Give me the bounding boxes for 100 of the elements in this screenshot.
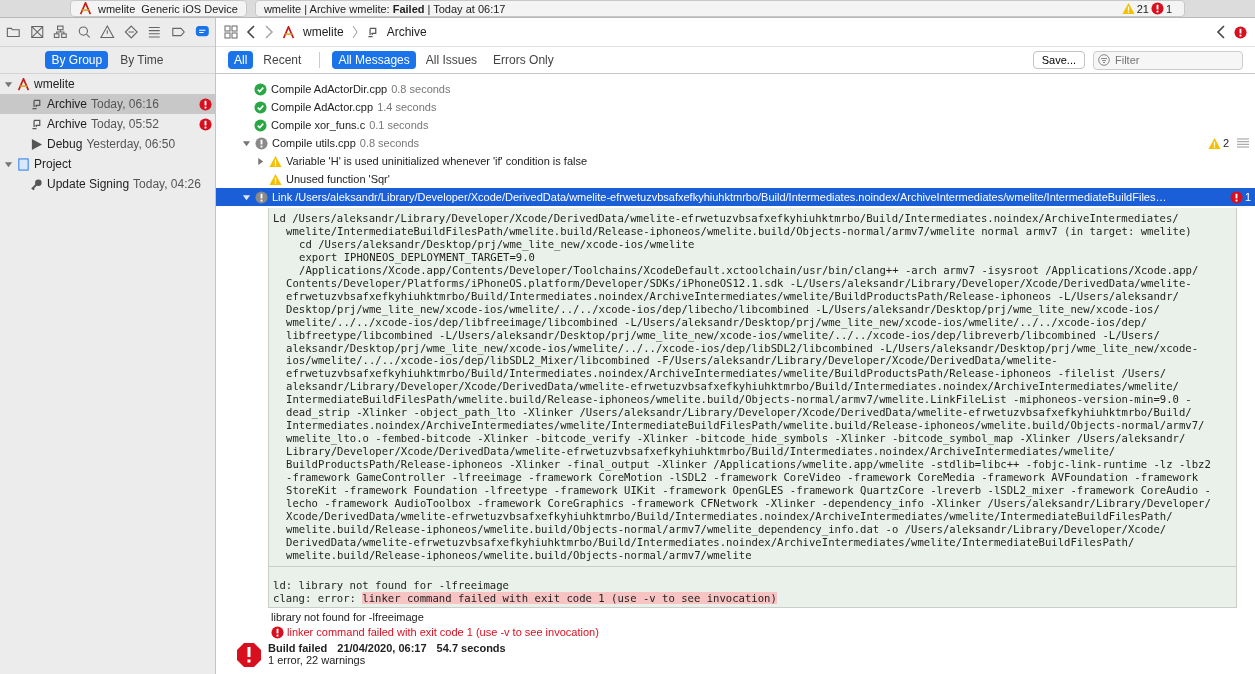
disclosure-icon[interactable]: [242, 138, 251, 148]
build-status: Build failed: [268, 641, 328, 654]
transcript-line: wmelite_lto.o -fembed-bitcode -Xlinker -bitcode_verify -Xlinker -bitcode_hide_symbols -Xlinker -bitcode_symbol_map -Xlinker /Users/aleksandr/: [285, 432, 1187, 446]
scheme-selector[interactable]: wmelite Generic iOS Device: [70, 0, 247, 17]
tree-item[interactable]: Project: [0, 154, 215, 174]
breadcrumb[interactable]: Archive: [386, 25, 427, 39]
transcript-line: dead_strip -Xlinker -object_path_lto -Xlinker /Users/aleksandr/Library/Developer/Xcode/DerivedData/wmelite-efrwetuzvbsafxefkyhiuhktmrbo/Build/: [285, 406, 1193, 420]
transcript-line: wmelite/../../xcode-ios/dep/libfreeimage/libcombined -L/Users/aleksandr/Desktop/prj/wme_lite_new/xcode-ios/wmelite/../../xcode-ios/dep/: [285, 315, 1148, 329]
transcript-line: BuildProductsPath/Release-iphoneos -Xlinker -final_output -Xlinker /Applications/wmelite.app/wmelite -stdlib=libc++ -fobjc-link-runtime -lz -lbz2: [285, 458, 1212, 472]
error-icon: [1234, 25, 1247, 39]
transcript-line: StoreKit -framework Foundation -lfreetype -framework UIKit -framework OpenGLES -framework QuartzCore -lreverb -lSDL2_mixer -framework CoreAudio -: [285, 484, 1212, 497]
activity-status: wmelite | Archive wmelite: Failed | Today at 06:17: [263, 2, 506, 15]
log-message: linker command failed with exit code 1 (use -v to see invocation): [287, 626, 599, 639]
key-icon: [30, 177, 43, 191]
error-icon: [1229, 190, 1243, 204]
hierarchy-icon[interactable]: [53, 24, 68, 40]
disclosure-icon[interactable]: [256, 156, 265, 166]
app-icon: [282, 25, 295, 39]
disclosure-icon[interactable]: [4, 159, 13, 169]
transcript-line: Library/Developer/Xcode/DerivedData/wmelite-efrwetuzvbsafxefkyhiuhktmrbo/Build/Intermediates.noindex/ArchiveIntermediates/wmelite/: [285, 445, 1117, 459]
checkmark-icon: [254, 100, 267, 114]
transcript-line: Xcode/DerivedData/wmelite-efrwetuzvbsafxefkyhiuhktmrbo/Build/Intermediates.noindex/ArchiveIntermediates/wmelite/IntermediateBuildFilesPath/: [285, 509, 1174, 523]
log-row[interactable]: Compile utils.cpp 0.8 seconds 2: [216, 134, 1255, 152]
transcript-line: libfreetype/libcombined -L/Users/aleksandr/Desktop/prj/wme_lite_new/xcode-ios/wmelite/../../xcode-ios/dep/libreverb/libcombined -L/Users/: [285, 328, 1161, 342]
transcript-line: cd /Users/aleksandr/Desktop/prj/wme_lite_new/xcode-ios/wmelite: [298, 237, 696, 251]
forward-icon[interactable]: [264, 25, 274, 39]
filter-field[interactable]: Filter: [1093, 50, 1243, 70]
transcript-line: export IPHONEOS_DEPLOYMENT_TARGET=9.0: [298, 250, 535, 264]
transcript-line: Intermediates.noindex/ArchiveIntermediates/wmelite/IntermediateBuildFilesPath/wmelite.build/Release-iphoneos/wmelite.build/Objects-normal/armv7/: [285, 419, 1206, 433]
log-entry[interactable]: Update Signing Today, 04:26: [0, 174, 215, 194]
diamond-icon[interactable]: [123, 24, 139, 40]
build-date: 21/04/2020, 06:17: [337, 641, 427, 654]
scheme-name: wmelite: [98, 2, 136, 15]
log-entry[interactable]: Archive Today, 05:52: [0, 114, 215, 134]
transcript-line: Desktop/prj/wme_lite_new/xcode-ios/wmelite/../../xcode-ios/dep/libecho/libcombined -L/Users/aleksandr/Desktop/prj/wme_lite_new/xcode-ios/: [285, 302, 1161, 316]
log-row[interactable]: Link /Users/aleksandr/Library/Developer/Xcode/DerivedData/wmelite-efrwetuzvbsafxefkyhiuhktmrbo/Build/Intermediates.noindex/ArchiveIntermediates/wmelite/IntermediateBuildFiles… 1: [216, 188, 1255, 206]
transcript-icon[interactable]: [1237, 138, 1249, 148]
error-icon: [236, 641, 262, 668]
filter-tab[interactable]: All Issues: [419, 51, 484, 69]
output-line: clang: error: linker command failed with exit code 1 (use -v to see invocation): [273, 591, 778, 605]
archive-icon: [30, 117, 43, 131]
build-duration: 54.7 seconds: [436, 641, 506, 654]
box-icon[interactable]: [29, 24, 45, 40]
error-icon: [271, 625, 284, 639]
issue-row[interactable]: Unused function 'Sqr': [216, 170, 1255, 188]
save-button[interactable]: Save...: [1032, 51, 1085, 69]
transcript-line: Contents/Developer/Platforms/iPhoneOS.platform/Developer/SDKs/iPhoneOS12.1.sdk -L/Users/aleksandr/Library/Developer/Xcode/DerivedData/wmelite-: [285, 276, 1193, 290]
checkmark-icon: [254, 82, 267, 96]
destination-name: Generic iOS Device: [141, 2, 238, 15]
back-icon[interactable]: [246, 25, 256, 39]
log-row[interactable]: Compile xor_funs.c 0.1 seconds: [216, 116, 1255, 134]
checkmark-icon: [254, 118, 267, 132]
filter-icon: [1098, 54, 1110, 66]
disclosure-icon[interactable]: [4, 79, 13, 89]
transcript-line: wmelite.build/Release-iphoneos/wmelite.build/Objects-normal/armv7/wmelite: [285, 548, 753, 562]
chevron-icon: [351, 25, 358, 39]
exclamation-icon: [255, 190, 268, 204]
scope-tab[interactable]: By Time: [114, 51, 170, 69]
filter-tab[interactable]: All: [228, 51, 254, 69]
play-icon: [30, 137, 43, 151]
search-icon[interactable]: [76, 24, 92, 40]
log-row[interactable]: Compile AdActorDir.cpp 0.8 seconds: [216, 80, 1255, 98]
transcript-line: aleksandr/Desktop/prj/wme_lite_new/xcode-ios/wmelite/../../xcode-ios/dep/libSDL2/libcombined -L/Users/aleksandr/Desktop/prj/wme_lite_new/xcode-: [285, 341, 1200, 355]
filter-tab[interactable]: All Messages: [332, 51, 416, 69]
transcript-line: -framework GameController -lfreeimage -framework CoreMotion -lSDL2 -framework CoreVideo -framework CoreMedia -framework AVFoundation -framework: [285, 471, 1200, 484]
grid-icon[interactable]: [224, 25, 238, 39]
warning-icon: [269, 172, 282, 186]
exclamation-icon: [255, 136, 268, 150]
document-icon: [17, 157, 30, 171]
disclosure-icon[interactable]: [242, 192, 251, 202]
transcript-line: wmelite.build/Release-iphoneos/wmelite.build/Objects-normal/armv7/wmelite_dependency_info.dat -o /Users/aleksandr/Library/Developer/Xcode/: [285, 522, 1168, 536]
archive-icon: [365, 25, 379, 39]
transcript-line: IntermediateBuildFilesPath/wmelite.build/Release-iphoneos/wmelite.build/Objects-normal/armv7/wmelite.LinkFileList -miphoneos-version-min=9.0 -: [285, 393, 1193, 407]
error-count: 1: [1165, 2, 1172, 15]
list-icon[interactable]: [147, 24, 162, 40]
issue-row[interactable]: Variable 'H' is used uninitialized whenever 'if' condition is false: [216, 152, 1255, 170]
error-icon: [199, 117, 212, 131]
warning-icon: [1207, 136, 1221, 150]
warning-count: 21: [1136, 2, 1149, 15]
warning-icon[interactable]: [100, 24, 115, 40]
breadcrumb[interactable]: wmelite: [303, 25, 344, 39]
filter-tab[interactable]: Errors Only: [487, 51, 560, 69]
log-row[interactable]: Compile AdActor.cpp 1.4 seconds: [216, 98, 1255, 116]
back-icon[interactable]: [1216, 25, 1226, 39]
archive-icon: [30, 97, 43, 111]
log-message: library not found for -lfreeimage: [271, 610, 424, 623]
filter-tab[interactable]: Recent: [257, 51, 308, 69]
transcript-line: ios/wmelite/../../xcode-ios/dep/libSDL2_Mixer/libcombined -F/Users/aleksandr/Library/Developer/Xcode/DerivedData/wmelite-: [285, 354, 1058, 368]
warning-icon: [269, 154, 282, 168]
transcript-line: efrwetuzvbsafxefkyhiuhktmrbo/Build/Intermediates.noindex/ArchiveIntermediates/wmelite/BuildProductsPath/Release-iphoneos -filelist /Users/: [285, 367, 1168, 381]
log-entry[interactable]: Archive Today, 06:16: [0, 94, 215, 114]
issue-count: 1: [1244, 191, 1251, 203]
issue-summary: 1 error, 22 warnings: [268, 653, 366, 666]
scope-tab[interactable]: By Group: [45, 51, 109, 69]
transcript-line: DerivedData/wmelite-efrwetuzvbsafxefkyhiuhktmrbo/Build/Intermediates.noindex/ArchiveIntermediates/wmelite/IntermediateBuildFilesPath/: [285, 535, 1136, 549]
tree-item[interactable]: wmelite: [0, 74, 215, 94]
transcript-line: lecho -framework AudioToolbox -framework CoreGraphics -framework CFNetwork -Xlinker -dependency_info -Xlinker /Users/aleksandr/Library/Developer/: [285, 496, 1212, 510]
transcript-line: Ld /Users/aleksandr/Library/Developer/Xcode/DerivedData/wmelite-efrwetuzvbsafxefkyhiuhktmrbo/Build/Intermediates.noindex/ArchiveIntermediates/: [273, 212, 1180, 225]
log-entry[interactable]: Debug Yesterday, 06:50: [0, 134, 215, 154]
app-icon: [79, 2, 92, 15]
